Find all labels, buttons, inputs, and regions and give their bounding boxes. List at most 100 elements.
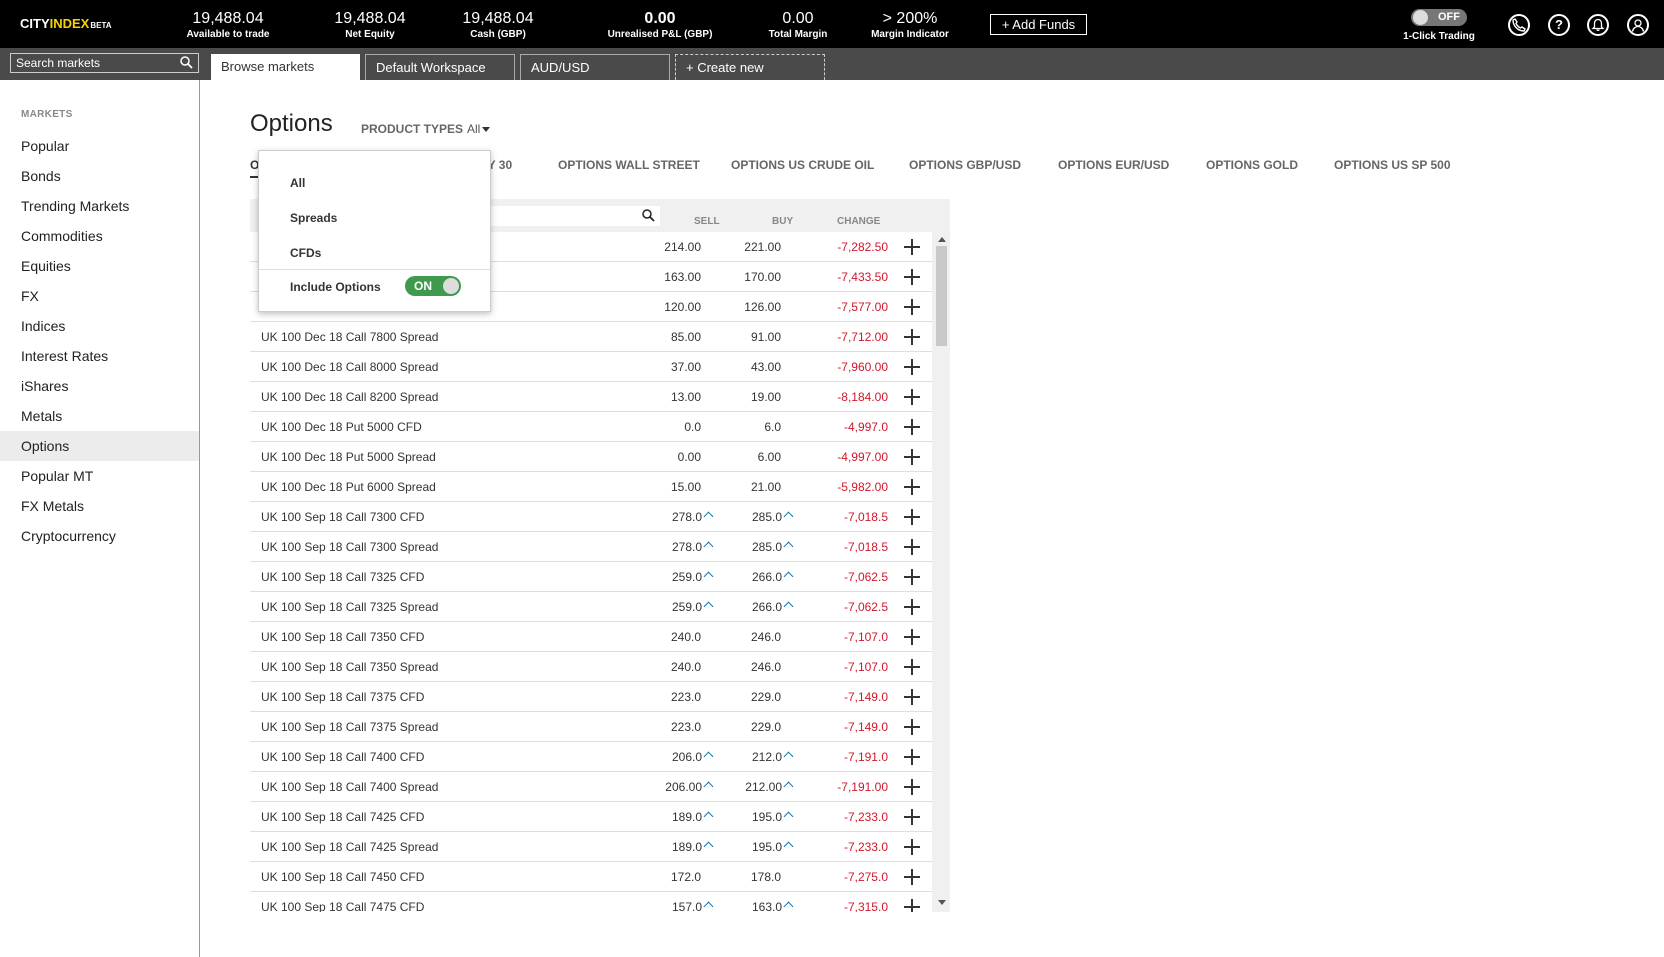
add-to-watchlist-plus-icon[interactable] [904,682,920,712]
add-to-watchlist-plus-icon[interactable] [904,712,920,742]
buy-price[interactable]: 285.0 [720,502,794,532]
sidebar-item-ishares[interactable]: iShares [0,371,199,401]
add-to-watchlist-plus-icon[interactable] [904,802,920,832]
buy-price[interactable]: 246.0 [720,622,792,652]
search-icon[interactable] [642,209,655,227]
add-to-watchlist-plus-icon[interactable] [904,592,920,622]
sidebar-item-cryptocurrency[interactable]: Cryptocurrency [0,521,199,551]
sidebar-item-metals[interactable]: Metals [0,401,199,431]
sidebar-item-trending-markets[interactable]: Trending Markets [0,191,199,221]
add-to-watchlist-plus-icon[interactable] [904,562,920,592]
sell-price[interactable]: 278.0 [640,532,714,562]
sidebar-item-indices[interactable]: Indices [0,311,199,341]
table-row[interactable]: UK 100 Dec 18 Call 8200 Spread 13.00 19.00… [250,382,932,412]
sell-price[interactable]: 259.0 [640,562,714,592]
tab-options-wall-street[interactable]: OPTIONS WALL STREET [558,158,700,172]
sidebar-item-interest-rates[interactable]: Interest Rates [0,341,199,371]
sell-price[interactable]: 189.0 [640,802,714,832]
buy-price[interactable]: 229.0 [720,712,792,742]
table-row[interactable]: UK 100 Sep 18 Call 7325 CFD 259.0 266.0 -7,… [250,562,932,592]
sell-price[interactable]: 13.00 [640,382,712,412]
add-to-watchlist-plus-icon[interactable] [904,892,920,912]
buy-price[interactable]: 21.00 [720,472,792,502]
table-row[interactable]: UK 100 Sep 18 Call 7425 Spread 189.0 195.0… [250,832,932,862]
sell-price[interactable]: 189.0 [640,832,714,862]
column-header-buy[interactable]: BUY [772,216,793,227]
table-row[interactable]: UK 100 Dec 18 Call 8000 Spread 37.00 43.00… [250,352,932,382]
market-name[interactable]: UK 100 Dec 18 Call 8200 Spread [261,382,438,412]
buy-price[interactable]: 6.00 [720,442,792,472]
dropdown-item-spreads[interactable]: Spreads [290,211,337,225]
tab-options-us-sp-500[interactable]: OPTIONS US SP 500 [1334,158,1451,172]
table-row[interactable]: UK 100 Sep 18 Call 7375 CFD 223.0 229.0 -7,… [250,682,932,712]
user-icon[interactable] [1627,14,1649,36]
search-markets-input[interactable]: Search markets [10,53,199,73]
search-icon[interactable] [180,56,193,74]
table-row[interactable]: UK 100 Sep 18 Call 7300 CFD 278.0 285.0 -7,… [250,502,932,532]
add-to-watchlist-plus-icon[interactable] [904,652,920,682]
tab-browse-markets[interactable]: Browse markets [211,54,360,80]
market-name[interactable]: UK 100 Sep 18 Call 7400 CFD [261,742,424,772]
phone-icon[interactable] [1508,14,1530,36]
buy-price[interactable]: 195.0 [720,802,794,832]
market-name[interactable]: UK 100 Sep 18 Call 7350 CFD [261,622,424,652]
city-index-logo[interactable]: CITYINDEXBETA [20,16,112,31]
buy-price[interactable]: 43.00 [720,352,792,382]
one-click-trading-toggle[interactable]: OFF [1411,9,1467,26]
tab-options-eur-usd[interactable]: OPTIONS EUR/USD [1058,158,1169,172]
add-to-watchlist-plus-icon[interactable] [904,472,920,502]
buy-price[interactable]: 163.0 [720,892,794,912]
buy-price[interactable]: 285.0 [720,532,794,562]
add-to-watchlist-plus-icon[interactable] [904,832,920,862]
sell-price[interactable]: 223.0 [640,682,712,712]
add-to-watchlist-plus-icon[interactable] [904,322,920,352]
tab-aud-usd[interactable]: AUD/USD [520,54,670,80]
add-to-watchlist-plus-icon[interactable] [904,622,920,652]
market-name[interactable]: UK 100 Sep 18 Call 7325 CFD [261,562,424,592]
table-filter-input[interactable] [486,206,660,226]
buy-price[interactable]: 212.00 [720,772,794,802]
bell-icon[interactable] [1587,14,1609,36]
scroll-down-arrow-icon[interactable] [938,900,946,905]
market-name[interactable]: UK 100 Sep 18 Call 7400 Spread [261,772,438,802]
dropdown-item-cfds[interactable]: CFDs [290,246,321,260]
sidebar-item-equities[interactable]: Equities [0,251,199,281]
buy-price[interactable]: 246.0 [720,652,792,682]
market-name[interactable]: UK 100 Sep 18 Call 7300 CFD [261,502,424,532]
sell-price[interactable]: 214.00 [640,232,712,262]
column-header-change[interactable]: CHANGE [837,216,880,227]
market-name[interactable]: UK 100 Dec 18 Call 7800 Spread [261,322,438,352]
buy-price[interactable]: 91.00 [720,322,792,352]
tab-options-gbp-usd[interactable]: OPTIONS GBP/USD [909,158,1021,172]
market-name[interactable]: UK 100 Sep 18 Call 7450 CFD [261,862,424,892]
add-to-watchlist-plus-icon[interactable] [904,442,920,472]
sell-price[interactable]: 259.0 [640,592,714,622]
add-to-watchlist-plus-icon[interactable] [904,262,920,292]
table-row[interactable]: UK 100 Sep 18 Call 7400 Spread 206.00 212.… [250,772,932,802]
include-options-toggle[interactable]: ON [405,276,461,296]
sidebar-item-fx[interactable]: FX [0,281,199,311]
dropdown-item-all[interactable]: All [290,176,305,190]
sell-price[interactable]: 223.0 [640,712,712,742]
sell-price[interactable]: 85.00 [640,322,712,352]
market-name[interactable]: UK 100 Sep 18 Call 7375 CFD [261,682,424,712]
sell-price[interactable]: 120.00 [640,292,712,322]
table-row[interactable]: UK 100 Sep 18 Call 7475 CFD 157.0 163.0 -7,… [250,892,932,912]
market-name[interactable]: UK 100 Sep 18 Call 7425 Spread [261,832,438,862]
sidebar-item-fx-metals[interactable]: FX Metals [0,491,199,521]
table-row[interactable]: UK 100 Dec 18 Put 5000 Spread 0.00 6.00 -4,… [250,442,932,472]
add-to-watchlist-plus-icon[interactable] [904,532,920,562]
help-icon[interactable]: ? [1548,14,1570,36]
sell-price[interactable]: 37.00 [640,352,712,382]
sell-price[interactable]: 15.00 [640,472,712,502]
buy-price[interactable]: 229.0 [720,682,792,712]
table-row[interactable]: UK 100 Sep 18 Call 7400 CFD 206.0 212.0 -7,… [250,742,932,772]
tab-options-us-crude-oil[interactable]: OPTIONS US CRUDE OIL [731,158,874,172]
table-row[interactable]: UK 100 Dec 18 Put 6000 Spread 15.00 21.00 -… [250,472,932,502]
buy-price[interactable]: 126.00 [720,292,792,322]
add-to-watchlist-plus-icon[interactable] [904,292,920,322]
market-name[interactable]: UK 100 Dec 18 Put 6000 Spread [261,472,436,502]
buy-price[interactable]: 195.0 [720,832,794,862]
sidebar-item-popular[interactable]: Popular [0,131,199,161]
sell-price[interactable]: 240.0 [640,652,712,682]
